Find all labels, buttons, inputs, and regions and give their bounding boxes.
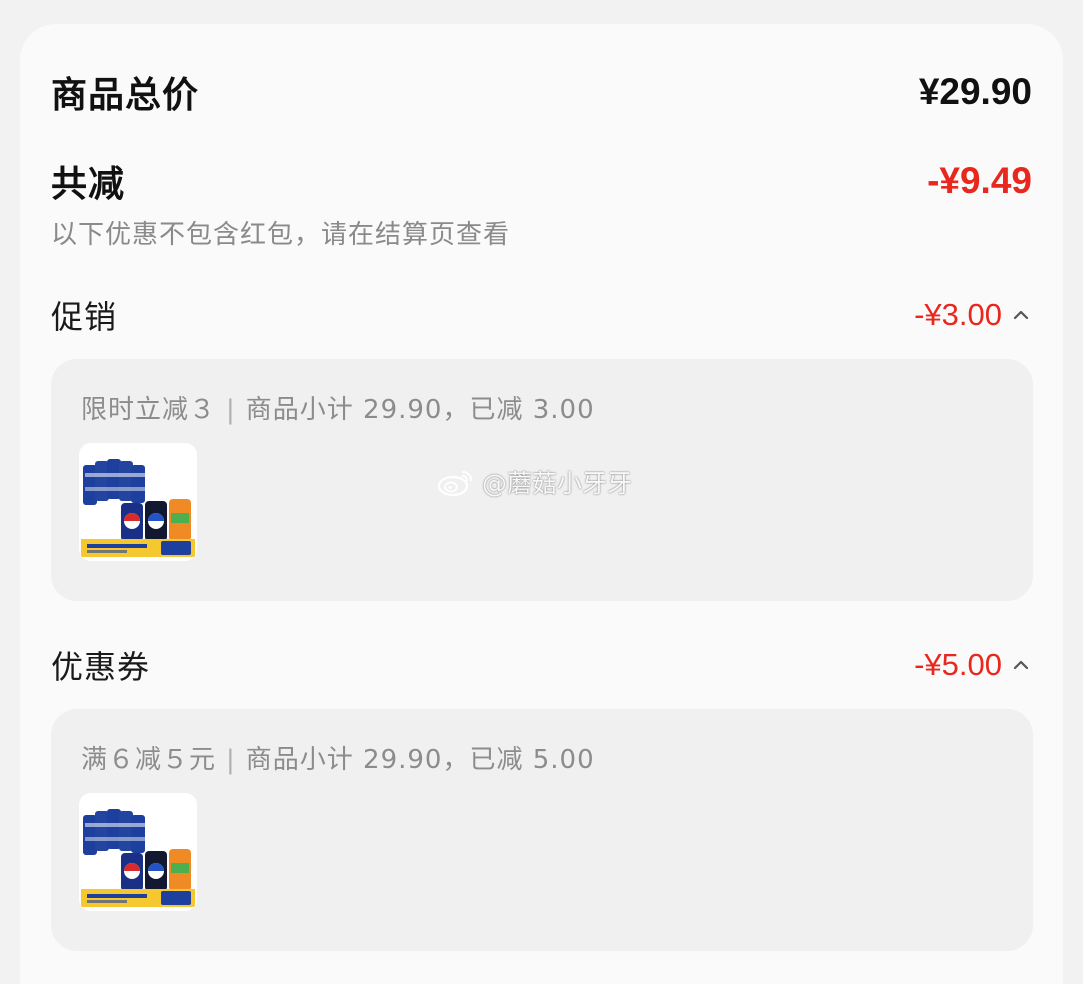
promotion-detail-info: 商品小计 29.90，已减 3.00 [245, 395, 595, 425]
watermark-text: @蘑菇小牙牙 [482, 469, 633, 498]
coupon-detail-line: 满６减５元 | 商品小计 29.90，已减 5.00 [81, 739, 595, 776]
detail-separator: | [226, 395, 236, 425]
product-thumbnail[interactable] [79, 443, 197, 561]
total-price-label: 商品总价 [51, 75, 200, 116]
total-discount-row: 共减 -¥9.49 [51, 155, 1032, 207]
total-discount-label: 共减 [51, 164, 126, 205]
coupon-header[interactable]: 优惠券 -¥5.00 [51, 642, 1032, 688]
total-price-row: 商品总价 ¥29.90 [51, 66, 1032, 118]
discount-note: 以下优惠不包含红包，请在结算页查看 [51, 220, 511, 250]
coupon-detail-info: 商品小计 29.90，已减 5.00 [245, 745, 595, 775]
coupon-amount: -¥5.00 [914, 647, 1002, 682]
promotion-detail-name: 限时立减３ [81, 395, 217, 425]
promotion-amount-group[interactable]: -¥3.00 [914, 297, 1032, 333]
total-discount-value: -¥9.49 [927, 160, 1032, 201]
promotion-title: 促销 [51, 298, 118, 336]
chevron-up-icon[interactable] [1010, 654, 1032, 676]
coupon-title: 优惠券 [51, 648, 151, 686]
coupon-amount-group[interactable]: -¥5.00 [914, 647, 1032, 683]
coupon-detail-panel: 满６减５元 | 商品小计 29.90，已减 5.00 [51, 709, 1033, 951]
total-price-value: ¥29.90 [918, 71, 1032, 112]
promotion-detail-line: 限时立减３ | 商品小计 29.90，已减 3.00 [81, 389, 595, 426]
watermark: @蘑菇小牙牙 [436, 464, 632, 500]
cola-multipack-icon [79, 443, 197, 561]
chevron-up-icon[interactable] [1010, 304, 1032, 326]
promotion-header[interactable]: 促销 -¥3.00 [51, 292, 1032, 338]
product-thumbnail[interactable] [79, 793, 197, 911]
coupon-detail-name: 满６减５元 [81, 745, 217, 775]
weibo-icon [437, 471, 472, 497]
detail-separator: | [226, 745, 236, 775]
promotion-amount: -¥3.00 [914, 297, 1002, 332]
cola-multipack-icon [79, 793, 197, 911]
